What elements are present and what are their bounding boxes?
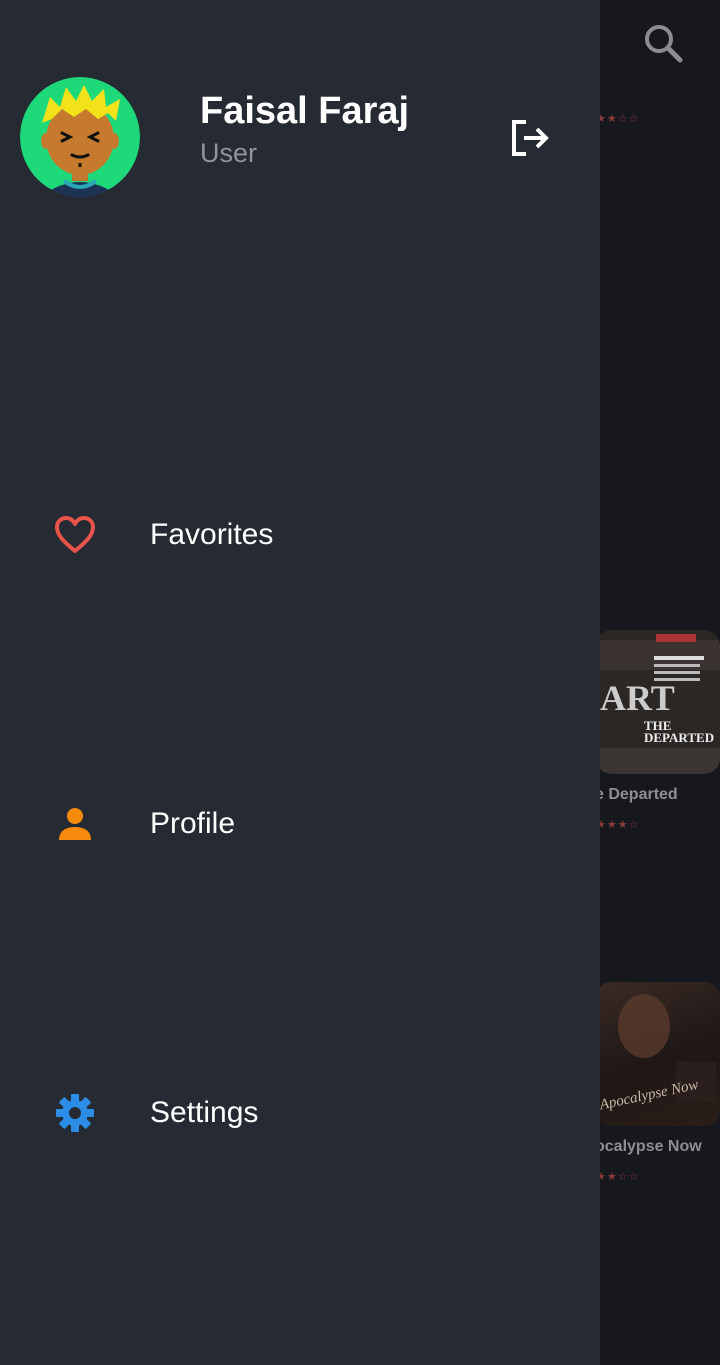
- gear-icon: [50, 1090, 100, 1136]
- logout-icon: [512, 120, 549, 156]
- avatar[interactable]: [20, 77, 140, 197]
- rating-stars: ★★☆☆: [596, 113, 640, 125]
- menu-item-favorites[interactable]: Favorites: [0, 490, 600, 580]
- movie-poster[interactable]: Apocalypse Now: [596, 982, 720, 1126]
- movie-title: e Departed: [595, 786, 678, 803]
- user-name: Faisal Faraj: [200, 90, 410, 132]
- person-icon: [50, 801, 100, 847]
- poster-image: ART THE DEPARTED: [596, 630, 720, 774]
- menu-item-profile[interactable]: Profile: [0, 779, 600, 869]
- navigation-drawer: Faisal Faraj User Favorites Profile Sett…: [0, 0, 600, 1365]
- rating-stars: ★★★☆: [596, 819, 640, 831]
- movie-title: ocalypse Now: [595, 1138, 702, 1155]
- svg-text:Apocalypse Now: Apocalypse Now: [597, 1077, 700, 1114]
- user-role: User: [200, 138, 258, 168]
- menu-item-label: Settings: [150, 1096, 259, 1129]
- rating-stars: ★★☆☆: [596, 1171, 640, 1183]
- search-button[interactable]: [640, 20, 688, 68]
- logout-button[interactable]: [504, 112, 556, 164]
- svg-text:ART: ART: [600, 678, 675, 718]
- heart-icon: [50, 512, 100, 558]
- menu-item-label: Favorites: [150, 518, 274, 551]
- svg-text:DEPARTED: DEPARTED: [644, 730, 714, 745]
- avatar-image: [20, 77, 140, 197]
- menu-item-settings[interactable]: Settings: [0, 1068, 600, 1158]
- poster-image: Apocalypse Now: [597, 994, 716, 1114]
- movie-poster[interactable]: ART THE DEPARTED: [596, 630, 720, 774]
- search-icon: [645, 25, 683, 63]
- menu-item-label: Profile: [150, 807, 236, 840]
